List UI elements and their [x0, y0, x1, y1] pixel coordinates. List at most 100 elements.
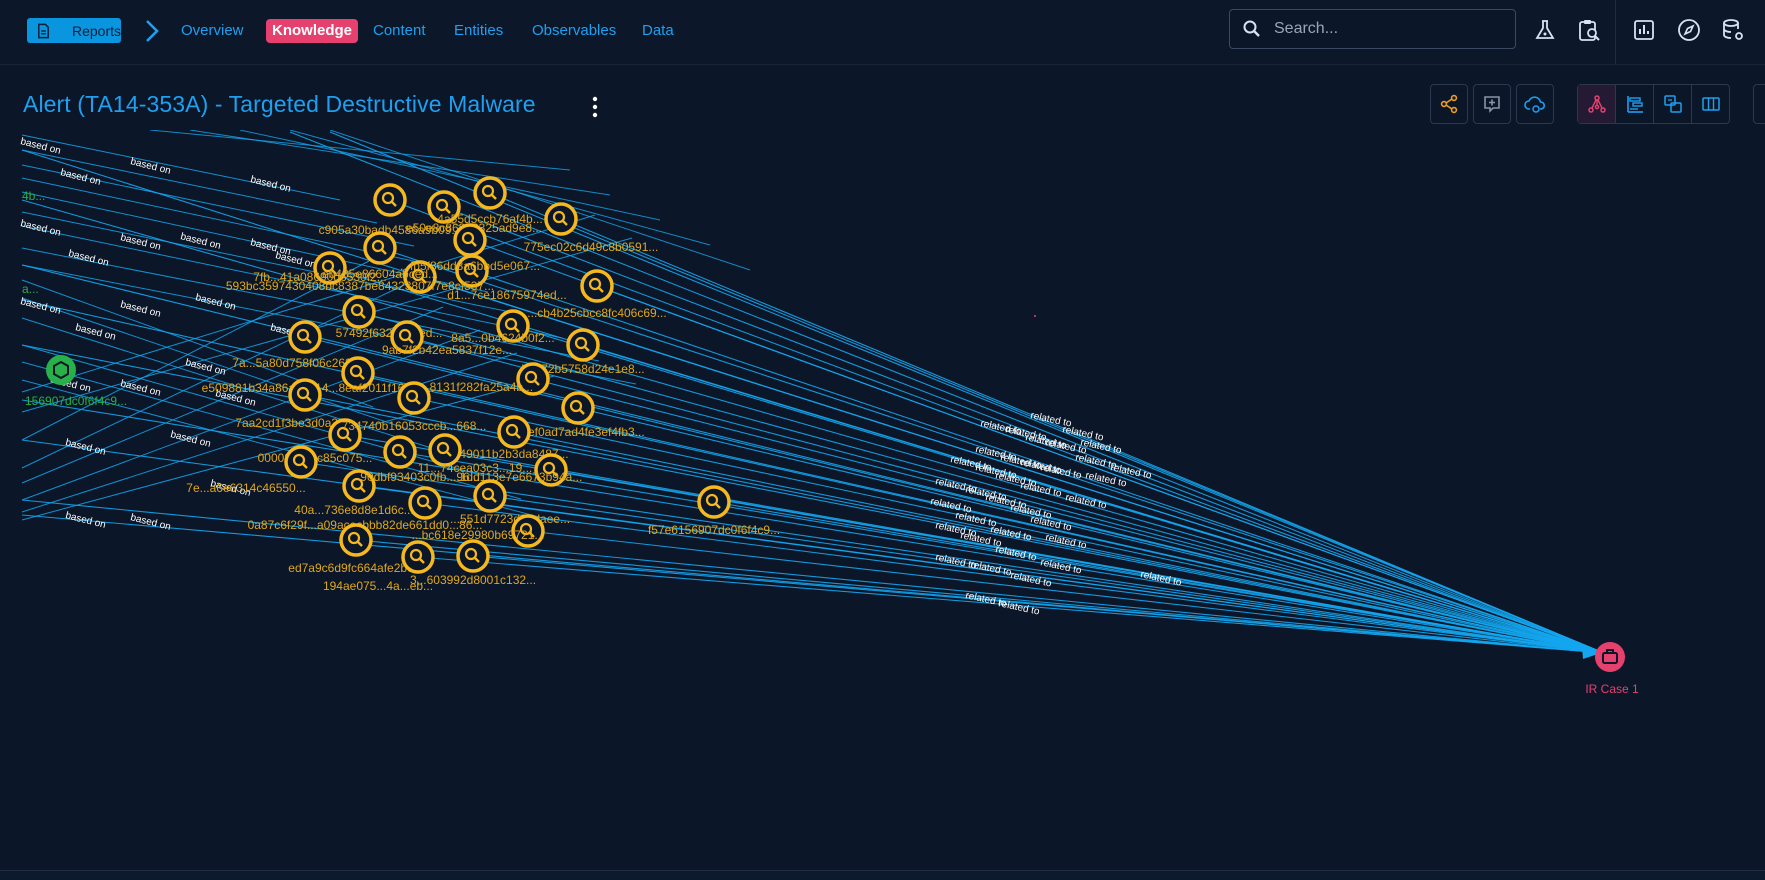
- share-icon: [1440, 94, 1458, 114]
- cloud-sync-button[interactable]: [1516, 84, 1554, 124]
- indicator-label: 57492f632da75ed...: [336, 326, 443, 340]
- indicator-ring: [473, 176, 507, 210]
- indicator-node[interactable]: 775ec02c6d49c8b0591...: [524, 202, 659, 254]
- indicator-label: 90dbf93403c0fb...96...: [360, 470, 479, 484]
- dashboard-icon[interactable]: [1631, 17, 1657, 43]
- indicator-ring: [544, 202, 578, 236]
- add-relation-button[interactable]: [1473, 84, 1511, 124]
- edge-label-based-on: based on: [59, 167, 102, 188]
- edge-label-based-on: based on: [67, 248, 110, 269]
- share-button[interactable]: [1430, 84, 1468, 124]
- edge-label-based-on: based on: [19, 296, 62, 317]
- edge-label-related-to: related to: [1064, 492, 1107, 512]
- related-to-edge: [21, 149, 1605, 654]
- indicator-ring: [342, 295, 376, 329]
- indicator-ring: [566, 328, 600, 362]
- view-mode-switcher: [1577, 84, 1730, 124]
- timeline-view-button[interactable]: [1616, 85, 1654, 123]
- based-on-edge: [21, 134, 341, 201]
- related-to-edge: [21, 299, 1605, 654]
- edge-label-based-on: based on: [119, 232, 162, 253]
- based-on-edge: [21, 149, 378, 224]
- edge-label-based-on: based on: [19, 218, 62, 239]
- indicator-ring: [497, 415, 531, 449]
- database-settings-icon[interactable]: [1720, 17, 1746, 43]
- indicator-ring: [397, 381, 431, 415]
- clipboard-search-icon[interactable]: [1576, 17, 1602, 43]
- reports-breadcrumb[interactable]: Reports: [27, 18, 121, 43]
- knowledge-graph[interactable]: based onbased onbased onbased onbased on…: [0, 130, 1765, 865]
- indicator-ring: [339, 523, 373, 557]
- indicator-label: f57e6156907dc0f6f4c9...: [648, 523, 780, 537]
- indicator-label: 593bc3597430408bc8387be84323807f7e8cf537…: [226, 279, 494, 293]
- graph-view-button[interactable]: [1578, 85, 1616, 123]
- tab-observables[interactable]: Observables: [532, 21, 616, 41]
- edge-label-based-on: based on: [119, 299, 162, 320]
- reports-breadcrumb-label: Reports: [71, 22, 121, 39]
- indicator-ring: [697, 485, 731, 519]
- more-options-icon[interactable]: [588, 94, 602, 120]
- indicator-ring: [288, 378, 322, 412]
- based-on-edge: [149, 130, 571, 171]
- indicator-ring: [453, 223, 487, 257]
- correlation-view-button[interactable]: [1654, 85, 1692, 123]
- indicator-label: 4a55d5ccb76af4b...: [437, 212, 542, 226]
- indicator-label: 775ec02c6d49c8b0591...: [524, 240, 659, 254]
- graph-marker: [1034, 315, 1036, 317]
- indicator-ring: [288, 320, 322, 354]
- flask-icon[interactable]: [1532, 17, 1558, 43]
- edge-label-based-on: based on: [129, 512, 172, 533]
- indicator-label: 2...8131f282fa25a4b...: [413, 380, 533, 394]
- cloud-sync-icon: [1524, 96, 1546, 113]
- edge-label-based-on: based on: [194, 292, 237, 313]
- indicator-node[interactable]: 57492f632da75ed...: [336, 295, 443, 340]
- search-input[interactable]: [1272, 19, 1506, 39]
- edge-label-based-on: based on: [64, 437, 107, 458]
- search-field[interactable]: [1229, 9, 1516, 49]
- indicator-ring: [561, 391, 595, 425]
- panel-toggle-button[interactable]: [1753, 84, 1765, 124]
- related-to-edge: [21, 514, 1605, 654]
- tab-overview[interactable]: Overview: [181, 21, 244, 41]
- indicator-label: 7e...a6e6314c46550...: [186, 481, 305, 495]
- chevron-right-icon: [146, 20, 159, 42]
- tab-data[interactable]: Data: [642, 21, 674, 41]
- indicator-ring: [373, 183, 407, 217]
- indicator-ring: [456, 539, 490, 573]
- observed-data-circle: [46, 355, 76, 385]
- search-icon: [1243, 20, 1260, 37]
- indicator-ring: [408, 486, 442, 520]
- matrix-view-icon: [1701, 97, 1720, 111]
- edge-label-based-on: based on: [249, 237, 292, 258]
- edge-label-based-on: based on: [64, 510, 107, 531]
- indicator-label: ...fb5f86dd8a6bbd5e067...: [400, 259, 540, 273]
- indicator-label: 4ef0ad7ad4fe3ef4fb3...: [521, 425, 644, 439]
- divider: [1615, 0, 1616, 64]
- tab-entities[interactable]: Entities: [454, 21, 503, 41]
- indicator-label: 40a...736e8d8e1d6c...: [294, 503, 413, 517]
- partial-node-label: 4b...: [22, 189, 45, 203]
- tab-content[interactable]: Content: [373, 21, 426, 41]
- indicator-ring: [580, 269, 614, 303]
- indicator-ring: [363, 231, 397, 265]
- tab-knowledge[interactable]: Knowledge: [266, 19, 359, 43]
- edge-label-based-on: based on: [249, 174, 292, 195]
- correlation-view-icon: [1663, 95, 1682, 113]
- indicator-ring: [383, 435, 417, 469]
- edge-label-based-on: based on: [74, 322, 117, 343]
- indicator-label: ...cb4b25cbcc8fc406c69...: [527, 306, 666, 320]
- indicator-label: 194ae075...4a...eb...: [323, 579, 433, 593]
- related-to-edge: [527, 530, 1605, 654]
- observed-data-label: 156907dc0f6f4c9...: [25, 394, 127, 408]
- partial-node-label: a...: [22, 282, 39, 296]
- indicator-label: ...bc618e29980b69721...: [412, 528, 545, 542]
- related-to-edge: [21, 439, 1605, 654]
- document-icon: [38, 23, 49, 38]
- indicator-label: 734740b16053cccb...668...: [342, 419, 487, 433]
- compass-icon[interactable]: [1676, 17, 1702, 43]
- edge-label-related-to: related to: [969, 559, 1012, 579]
- indicator-ring: [284, 445, 318, 479]
- matrix-view-button[interactable]: [1692, 85, 1729, 123]
- top-navigation-bar: Reports Overview Knowledge Content Entit…: [0, 0, 1765, 65]
- add-relation-icon: [1484, 96, 1500, 113]
